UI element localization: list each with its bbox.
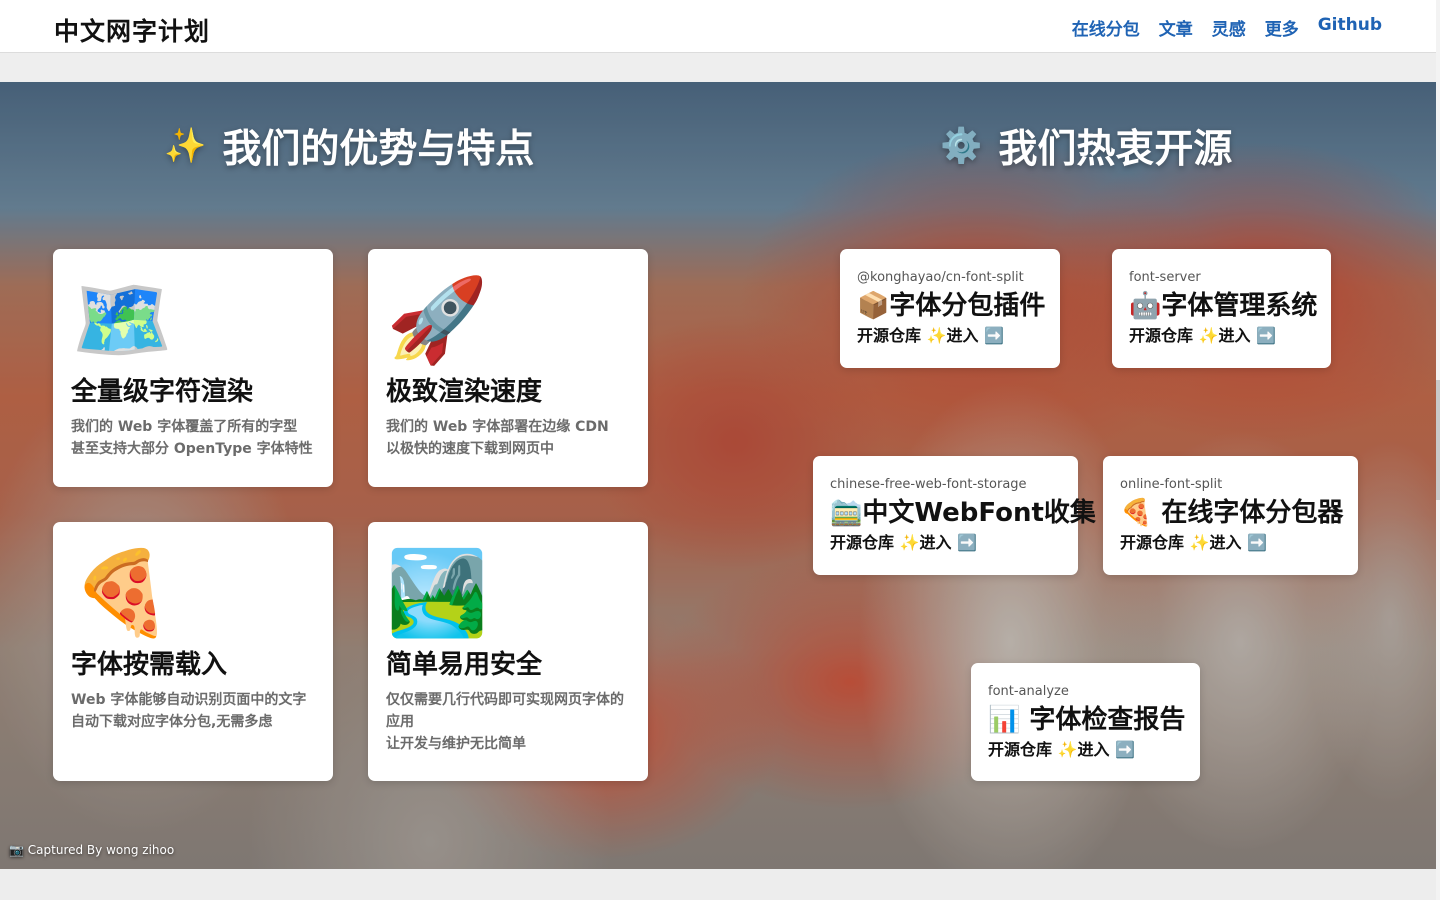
feature-title: 字体按需载入: [71, 650, 228, 680]
repo-link[interactable]: 开源仓库: [857, 326, 921, 345]
nav-link-online-split[interactable]: 在线分包: [1072, 15, 1140, 40]
landscape-icon: 🏞️: [386, 546, 489, 641]
feature-desc-line: 以极快的速度下载到网页中: [386, 441, 554, 457]
feature-desc-line: 自动下载对应字体分包,无需多虑: [71, 714, 273, 730]
feature-title: 极致渲染速度: [386, 377, 543, 407]
feature-desc-line: 我们的 Web 字体部署在边缘 CDN: [386, 419, 609, 435]
project-links: 开源仓库 ✨进入 ➡️: [830, 531, 1061, 555]
project-links: 开源仓库 ✨进入 ➡️: [988, 738, 1183, 762]
opensource-heading-text: 我们热衷开源: [998, 127, 1233, 172]
project-package-name: online-font-split: [1120, 477, 1223, 492]
feature-title: 全量级字符渲染: [71, 377, 254, 407]
rocket-icon: 🚀: [386, 273, 489, 368]
page-scrollbar[interactable]: [1436, 0, 1440, 900]
project-links: 开源仓库 ✨进入 ➡️: [857, 324, 1043, 348]
feature-card-easy-secure: 🏞️ 简单易用安全 仅仅需要几行代码即可实现网页字体的应用 让开发与维护无比简单: [368, 522, 648, 781]
repo-link[interactable]: 开源仓库: [1120, 533, 1184, 552]
scrollbar-thumb[interactable]: [1436, 380, 1440, 500]
project-title-text: 字体管理系统: [1161, 291, 1318, 321]
nav-link-articles[interactable]: 文章: [1159, 15, 1193, 40]
feature-description: 我们的 Web 字体覆盖了所有的字型 甚至支持大部分 OpenType 字体特性: [71, 416, 315, 460]
train-icon: 🚞: [830, 498, 863, 528]
feature-desc-line: 让开发与维护无比简单: [386, 736, 526, 752]
enter-link[interactable]: ✨进入: [900, 533, 952, 552]
project-links: 开源仓库 ✨进入 ➡️: [1129, 324, 1314, 348]
feature-description: Web 字体能够自动识别页面中的文字 自动下载对应字体分包,无需多虑: [71, 689, 315, 733]
feature-desc-line: Web 字体能够自动识别页面中的文字: [71, 692, 307, 708]
project-package-name: @konghayao/cn-font-split: [857, 270, 1024, 285]
enter-link[interactable]: ✨进入: [1058, 740, 1110, 759]
feature-description: 仅仅需要几行代码即可实现网页字体的应用 让开发与维护无比简单: [386, 689, 630, 755]
project-card-font-analyze[interactable]: font-analyze 📊 字体检查报告 开源仓库 ✨进入 ➡️: [971, 663, 1200, 781]
project-title-text: 中文WebFont收集: [862, 498, 1096, 528]
top-navbar: 中文网字计划 在线分包 文章 灵感 更多 Github: [0, 0, 1436, 53]
robot-icon: 🤖: [1129, 291, 1162, 321]
project-title-text: 字体检查报告: [1020, 705, 1186, 735]
repo-link[interactable]: 开源仓库: [1129, 326, 1193, 345]
photo-credit: 📷 Captured By wong zihoo: [9, 843, 174, 857]
nav-link-github[interactable]: Github: [1318, 15, 1382, 40]
hero-background-photo: ✨ 我们的优势与特点 ⚙️ 我们热衷开源 🗺️ 全量级字符渲染 我们的 Web …: [0, 82, 1436, 869]
project-title-text: 在线字体分包器: [1152, 498, 1344, 528]
feature-desc-line: 仅仅需要几行代码即可实现网页字体的应用: [386, 692, 624, 730]
feature-desc-line: 我们的 Web 字体覆盖了所有的字型: [71, 419, 298, 435]
gear-icon: ⚙️: [940, 126, 983, 166]
project-title: 📊 字体检查报告: [988, 703, 1186, 737]
pizza-icon: 🍕: [1120, 498, 1153, 528]
project-package-name: chinese-free-web-font-storage: [830, 477, 1027, 492]
feature-desc-line: 甚至支持大部分 OpenType 字体特性: [71, 441, 313, 457]
camera-icon: 📷: [9, 843, 24, 857]
sparkles-icon: ✨: [164, 126, 207, 166]
feature-description: 我们的 Web 字体部署在边缘 CDN 以极快的速度下载到网页中: [386, 416, 630, 460]
enter-link[interactable]: ✨进入: [1190, 533, 1242, 552]
nav-link-more[interactable]: 更多: [1265, 15, 1299, 40]
feature-card-on-demand: 🍕 字体按需载入 Web 字体能够自动识别页面中的文字 自动下载对应字体分包,无…: [53, 522, 333, 781]
project-card-font-storage[interactable]: chinese-free-web-font-storage 🚞中文WebFont…: [813, 456, 1096, 575]
project-card-font-server[interactable]: font-server 🤖字体管理系统 开源仓库 ✨进入 ➡️: [1112, 249, 1331, 368]
package-icon: 📦: [857, 291, 890, 321]
arrow-right-icon[interactable]: ➡️: [957, 533, 977, 552]
project-card-cn-font-split[interactable]: @konghayao/cn-font-split 📦字体分包插件 开源仓库 ✨进…: [840, 249, 1060, 368]
bar-chart-icon: 📊: [988, 705, 1021, 735]
world-map-icon: 🗺️: [71, 273, 174, 368]
project-package-name: font-server: [1129, 270, 1201, 285]
enter-link[interactable]: ✨进入: [927, 326, 979, 345]
project-title-text: 字体分包插件: [889, 291, 1046, 321]
features-heading-text: 我们的优势与特点: [222, 127, 535, 172]
project-title: 🚞中文WebFont收集: [830, 496, 1096, 530]
pizza-icon: 🍕: [71, 546, 174, 641]
project-links: 开源仓库 ✨进入 ➡️: [1120, 531, 1341, 555]
arrow-right-icon[interactable]: ➡️: [984, 326, 1004, 345]
page-bottom-band: [0, 869, 1436, 900]
repo-link[interactable]: 开源仓库: [988, 740, 1052, 759]
project-title: 📦字体分包插件: [857, 289, 1046, 323]
arrow-right-icon[interactable]: ➡️: [1247, 533, 1267, 552]
arrow-right-icon[interactable]: ➡️: [1256, 326, 1276, 345]
project-title: 🤖字体管理系统: [1129, 289, 1318, 323]
main-nav: 在线分包 文章 灵感 更多 Github: [1072, 15, 1382, 40]
project-card-online-font-split[interactable]: online-font-split 🍕 在线字体分包器 开源仓库 ✨进入 ➡️: [1103, 456, 1358, 575]
nav-link-inspiration[interactable]: 灵感: [1212, 15, 1246, 40]
photo-credit-text: Captured By wong zihoo: [27, 843, 175, 857]
features-heading: ✨ 我们的优势与特点: [164, 118, 534, 174]
feature-card-full-glyphs: 🗺️ 全量级字符渲染 我们的 Web 字体覆盖了所有的字型 甚至支持大部分 Op…: [53, 249, 333, 487]
project-package-name: font-analyze: [988, 684, 1069, 699]
feature-title: 简单易用安全: [386, 650, 543, 680]
project-title: 🍕 在线字体分包器: [1120, 496, 1344, 530]
arrow-right-icon[interactable]: ➡️: [1115, 740, 1135, 759]
feature-card-render-speed: 🚀 极致渲染速度 我们的 Web 字体部署在边缘 CDN 以极快的速度下载到网页…: [368, 249, 648, 487]
enter-link[interactable]: ✨进入: [1199, 326, 1251, 345]
site-brand[interactable]: 中文网字计划: [54, 12, 210, 48]
opensource-heading: ⚙️ 我们热衷开源: [940, 118, 1232, 174]
repo-link[interactable]: 开源仓库: [830, 533, 894, 552]
